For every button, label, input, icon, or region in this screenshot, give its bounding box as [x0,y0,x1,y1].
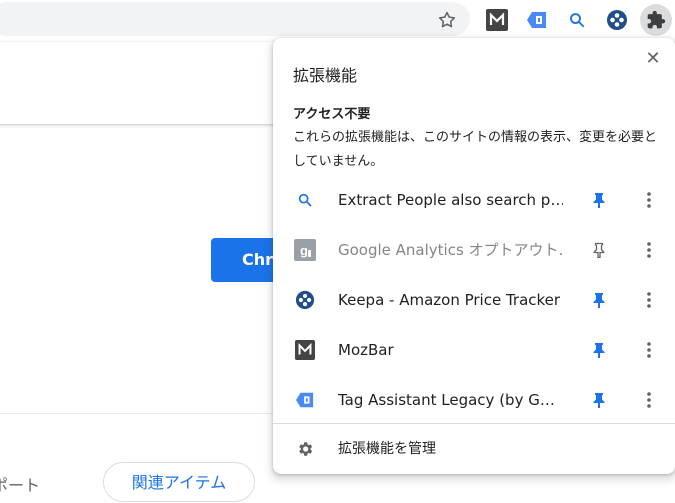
extension-name: MozBar [338,341,394,359]
pin-icon[interactable] [589,290,609,310]
keepa-icon [293,288,317,312]
page-divider [0,413,290,414]
section-description: これらの拡張機能は、このサイトの情報の表示、変更を必要としていません。 [293,130,658,169]
pin-icon[interactable] [589,340,609,360]
keepa-icon[interactable] [604,7,630,33]
more-options-icon[interactable] [639,340,659,360]
page-card [0,42,290,124]
pin-icon[interactable] [589,190,609,210]
more-options-icon[interactable] [639,240,659,260]
svg-text:g: g [300,243,308,258]
extension-name: Extract People also search p… [338,191,563,209]
tag-assistant-icon [293,388,317,412]
extension-name: Keepa - Amazon Price Tracker [338,291,561,309]
close-icon: ✕ [645,47,661,69]
tag-assistant-icon[interactable] [524,7,550,33]
popup-title: 拡張機能 [293,66,358,85]
mozbar-icon [293,338,317,362]
manage-extensions-button[interactable]: 拡張機能を管理 [273,427,675,471]
related-items-button[interactable]: 関連アイテム [103,462,255,502]
gear-icon [293,437,317,461]
section-heading: アクセス不要 [293,107,371,122]
extension-row[interactable]: g Google Analytics オプトアウト… [273,225,675,275]
more-options-icon[interactable] [639,290,659,310]
mozbar-icon[interactable] [484,7,510,33]
extension-row[interactable]: Extract People also search p… [273,175,675,225]
extension-row[interactable]: Tag Assistant Legacy (by G… [273,375,675,425]
star-icon[interactable] [434,7,460,33]
extension-name: Tag Assistant Legacy (by G… [338,391,555,409]
browser-toolbar [0,0,675,40]
more-options-icon[interactable] [639,390,659,410]
support-tab-text[interactable]: ポート [0,472,40,496]
popup-separator [273,423,675,424]
more-options-icon[interactable] [639,190,659,210]
pin-outline-icon[interactable] [589,240,609,260]
extension-name: Google Analytics オプトアウト… [338,241,563,259]
close-button[interactable]: ✕ [641,46,665,70]
extensions-menu-popup: 拡張機能 ✕ アクセス不要 これらの拡張機能は、このサイトの情報の表示、変更を必… [273,38,675,474]
pin-icon[interactable] [589,390,609,410]
search-icon [293,188,317,212]
google-analytics-optout-icon: g [293,238,317,262]
extension-row[interactable]: MozBar [273,325,675,375]
extract-people-search-icon[interactable] [564,7,590,33]
extension-row[interactable]: Keepa - Amazon Price Tracker [273,275,675,325]
address-bar[interactable] [0,2,470,36]
extensions-puzzle-icon[interactable] [640,4,672,36]
manage-extensions-label: 拡張機能を管理 [338,441,436,457]
